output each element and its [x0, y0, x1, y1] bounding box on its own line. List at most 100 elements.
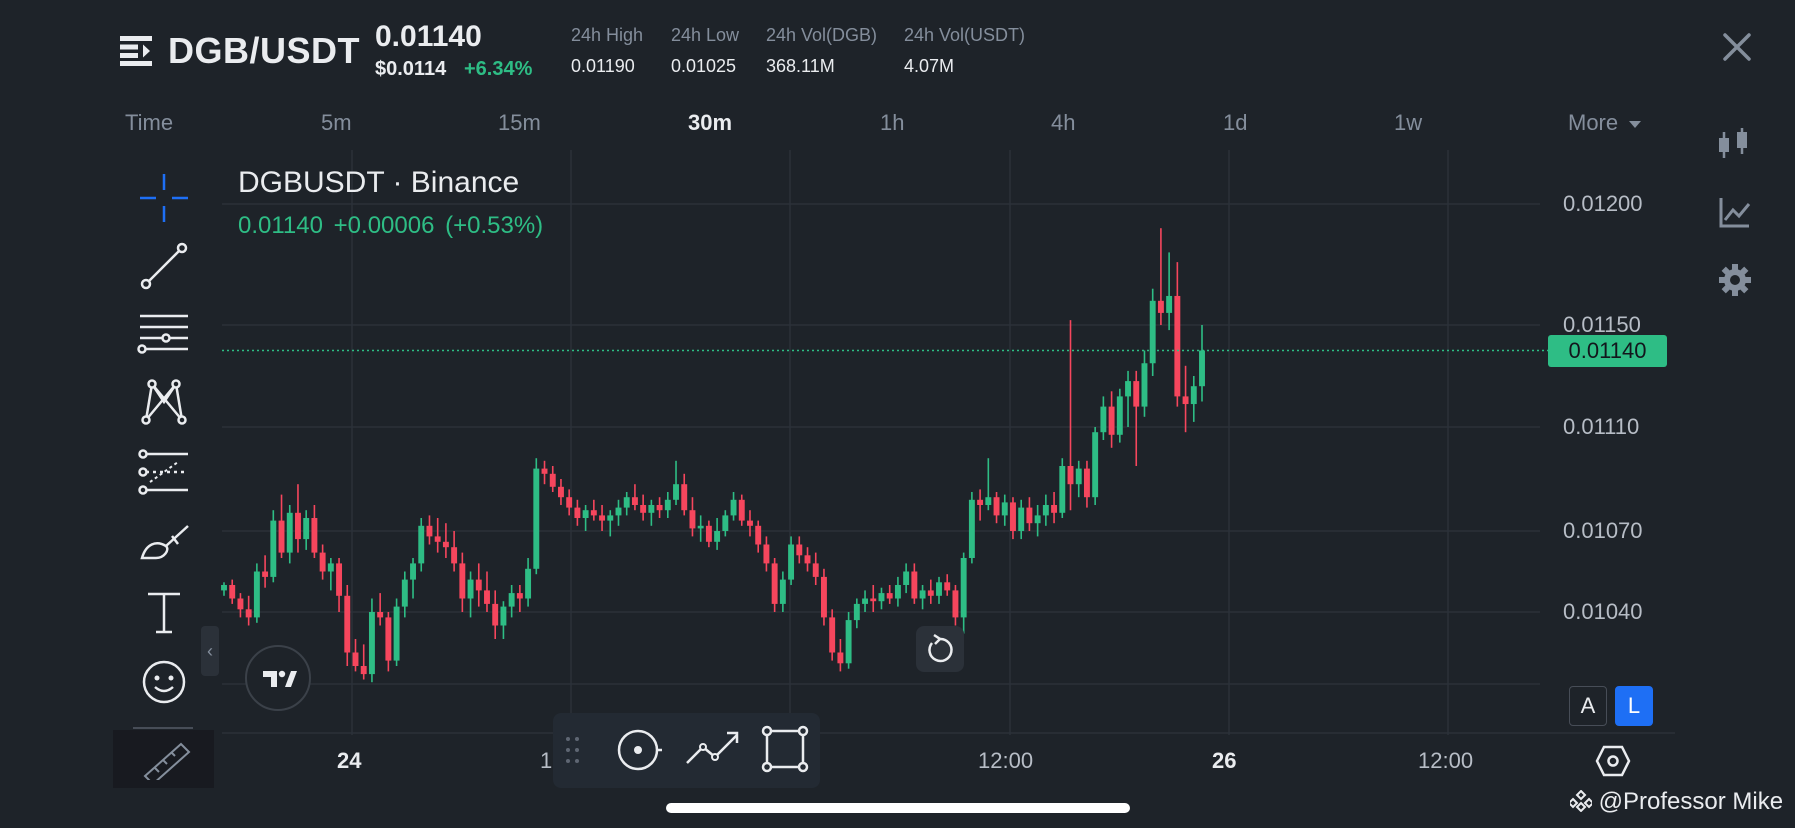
emoji-icon[interactable] — [136, 654, 192, 710]
candle-body — [960, 558, 967, 618]
candle-body — [755, 525, 762, 545]
candle-body — [418, 525, 425, 564]
candle-body — [1149, 300, 1156, 364]
settings-gear-icon[interactable] — [1715, 260, 1755, 300]
ruler-tool-container[interactable] — [113, 727, 214, 788]
candle-body — [640, 505, 647, 513]
candle-body — [763, 544, 770, 564]
price-tick-label: 0.01070 — [1563, 518, 1643, 543]
candle-body — [278, 520, 285, 553]
candle-body — [747, 520, 753, 526]
candle-body — [508, 593, 515, 607]
candle-body — [344, 595, 351, 653]
magnet-icon[interactable] — [613, 725, 663, 775]
candle-body — [788, 544, 795, 580]
candle-body — [1010, 502, 1016, 531]
candle-body — [1125, 381, 1131, 397]
candle-body — [492, 603, 499, 626]
path-tool-icon[interactable] — [683, 725, 741, 775]
log-scale-button[interactable]: L — [1615, 686, 1653, 726]
candle-body — [779, 579, 786, 604]
candle-body — [245, 609, 252, 618]
candle-body — [919, 590, 926, 599]
candle-body — [607, 515, 614, 521]
candle-body — [944, 582, 951, 591]
candle-body — [1108, 406, 1115, 435]
trendline-icon[interactable] — [136, 238, 192, 294]
candle-body — [1199, 350, 1205, 387]
toolbar-divider — [133, 727, 193, 729]
candle-body — [557, 486, 564, 498]
candle-body — [911, 571, 918, 599]
candle-body — [689, 510, 696, 529]
candle-body — [303, 518, 310, 540]
ruler-icon — [143, 742, 191, 780]
fibonacci-icon[interactable] — [136, 444, 192, 500]
candle-body — [1133, 381, 1140, 407]
candle-body — [336, 563, 343, 596]
home-indicator — [666, 803, 1130, 813]
symbol-title: DGBUSDT · Binance — [238, 166, 520, 199]
price-tick-label: 0.01200 — [1563, 191, 1643, 216]
candle-body — [229, 585, 236, 599]
candle-body — [804, 555, 811, 564]
horizontal-lines-icon[interactable] — [136, 306, 192, 362]
candle-body — [1182, 396, 1189, 405]
candle-body — [845, 620, 852, 664]
ohlc-summary: 0.01140 +0.00006 (+0.53%) — [238, 212, 543, 240]
candle-body — [599, 515, 606, 521]
candle-body — [590, 510, 597, 516]
current-price-tag: 0.01140 — [1548, 334, 1667, 367]
candle-body — [664, 499, 671, 511]
crosshair-icon[interactable] — [136, 170, 192, 226]
candle-body — [886, 593, 893, 599]
candle-body — [1141, 363, 1148, 407]
floating-drawing-toolbar — [553, 713, 820, 788]
candle-body — [221, 585, 227, 591]
candle-body — [878, 593, 885, 602]
candle-body — [475, 579, 482, 591]
candle-body — [426, 525, 433, 537]
candle-body — [615, 507, 622, 516]
candle-body — [1059, 466, 1066, 513]
rectangle-tool-icon[interactable] — [759, 723, 811, 775]
chart-settings-hex-icon[interactable] — [1595, 745, 1631, 777]
candlestick-type-icon[interactable] — [1715, 124, 1755, 164]
tradingview-logo — [245, 645, 311, 711]
candle-body — [253, 571, 260, 618]
pattern-icon[interactable] — [136, 374, 192, 430]
auto-scale-button[interactable]: A — [1569, 686, 1607, 726]
brush-icon[interactable] — [136, 514, 192, 570]
reset-chart-button[interactable] — [916, 626, 964, 672]
candle-body — [936, 582, 942, 596]
collapse-toolbar-button[interactable]: ‹ — [201, 626, 219, 676]
candle-body — [829, 617, 836, 653]
text-tool-icon[interactable] — [136, 584, 192, 640]
candle-body — [484, 590, 490, 604]
candle-body — [738, 499, 745, 521]
watermark: @Professor Mike — [1567, 788, 1783, 816]
chart-last-value: 0.01140 — [238, 212, 323, 239]
tradingview-icon — [263, 670, 297, 687]
candle-body — [319, 552, 326, 572]
candle-body — [434, 536, 441, 542]
candle-body — [327, 563, 334, 572]
drag-handle-icon[interactable] — [565, 735, 581, 765]
candle-body — [722, 515, 729, 531]
candle-body — [796, 544, 803, 556]
chart-change-pct: (+0.53%) — [445, 212, 544, 239]
candle-body — [286, 512, 293, 553]
candle-body — [401, 579, 408, 607]
candle-body — [862, 598, 869, 604]
candle-body — [656, 505, 663, 511]
time-tick-label: 12:00 — [978, 748, 1034, 773]
candle-body — [1174, 295, 1181, 397]
price-tick-label: 0.01110 — [1563, 414, 1640, 439]
candle-body — [952, 590, 959, 618]
candle-body — [853, 603, 860, 621]
candle-body — [714, 531, 721, 542]
candle-body — [352, 652, 359, 666]
candle-body — [541, 468, 548, 474]
time-tick-label: 26 — [1212, 748, 1237, 773]
indicators-icon[interactable] — [1715, 192, 1755, 232]
